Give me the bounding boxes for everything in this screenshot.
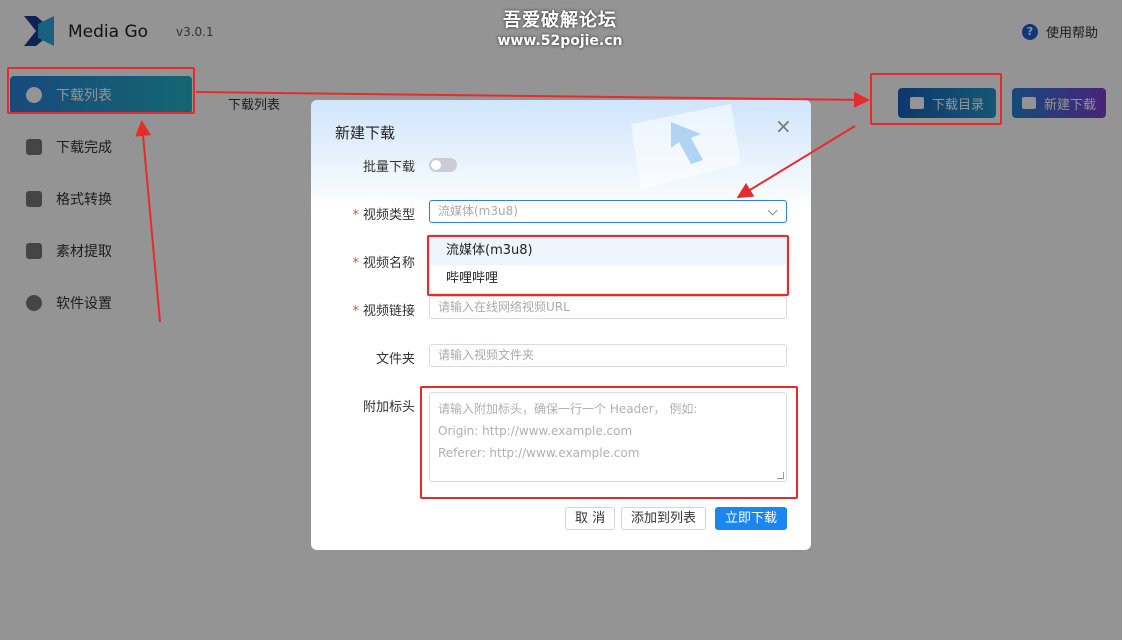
watermark: 吾爱破解论坛 www.52pojie.cn xyxy=(470,6,650,49)
arrow-to-video-type xyxy=(736,125,856,199)
watermark-line1: 吾爱破解论坛 xyxy=(503,10,617,31)
watermark-line2: www.52pojie.cn xyxy=(497,33,623,49)
annotation-arrows xyxy=(135,91,870,323)
arrow-to-sidebar xyxy=(135,120,161,323)
arrow-to-dir-button xyxy=(195,91,870,108)
